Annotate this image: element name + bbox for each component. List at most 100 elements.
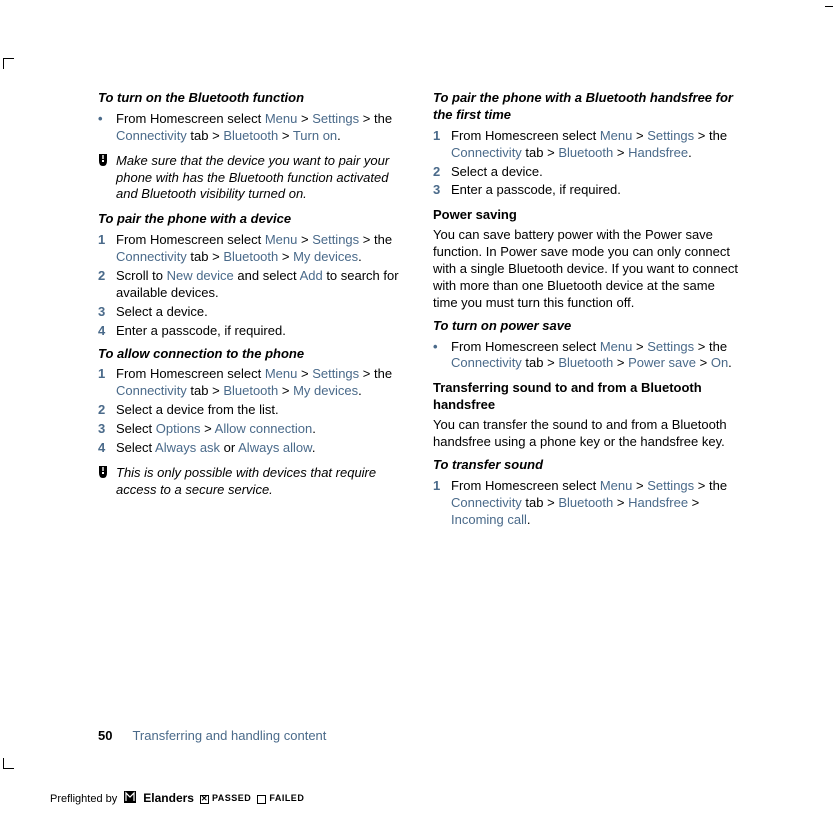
text: Select bbox=[116, 421, 156, 436]
text: > bbox=[201, 421, 215, 436]
page-footer: 50 Transferring and handling content bbox=[98, 728, 326, 745]
heading-turn-on-power-save: To turn on power save bbox=[433, 318, 738, 335]
text: . bbox=[688, 145, 692, 160]
menu-link: Settings bbox=[312, 111, 359, 126]
menu-link: Settings bbox=[647, 478, 694, 493]
text: Scroll to bbox=[116, 268, 167, 283]
crop-mark-bottom-left bbox=[3, 758, 14, 769]
menu-link: Bluetooth bbox=[558, 355, 613, 370]
menu-link: Bluetooth bbox=[223, 383, 278, 398]
elanders-logo-icon bbox=[123, 790, 137, 808]
passed-label: PASSED bbox=[212, 793, 251, 805]
heading-turn-on-bluetooth: To turn on the Bluetooth function bbox=[98, 90, 403, 107]
step-text: From Homescreen select Menu > Settings >… bbox=[451, 339, 738, 373]
text: . bbox=[358, 383, 362, 398]
step-text: Select Always ask or Always allow. bbox=[116, 440, 403, 457]
note-icon bbox=[98, 153, 116, 169]
failed-label: FAILED bbox=[269, 793, 304, 805]
text: > bbox=[688, 495, 699, 510]
text: and select bbox=[234, 268, 300, 283]
step-text: Enter a passcode, if required. bbox=[116, 323, 403, 340]
text: > bbox=[613, 145, 628, 160]
menu-link: Settings bbox=[312, 366, 359, 381]
heading-pair-handsfree: To pair the phone with a Bluetooth hands… bbox=[433, 90, 738, 124]
step-row: 1From Homescreen select Menu > Settings … bbox=[98, 366, 403, 400]
text: From Homescreen select bbox=[451, 339, 600, 354]
menu-link: Connectivity bbox=[116, 249, 187, 264]
step-row: 1From Homescreen select Menu > Settings … bbox=[433, 478, 738, 529]
checked-box-icon: ✕ bbox=[200, 795, 209, 804]
menu-link: Connectivity bbox=[451, 355, 522, 370]
right-column: To pair the phone with a Bluetooth hands… bbox=[433, 90, 738, 530]
heading-pair-device: To pair the phone with a device bbox=[98, 211, 403, 228]
menu-link: Menu bbox=[600, 478, 633, 493]
text: > bbox=[613, 495, 628, 510]
paragraph: You can save battery power with the Powe… bbox=[433, 227, 738, 311]
menu-link: Turn on bbox=[293, 128, 337, 143]
menu-link: Handsfree bbox=[628, 495, 688, 510]
menu-link: Menu bbox=[600, 128, 633, 143]
text: > bbox=[632, 128, 647, 143]
menu-link: Menu bbox=[600, 339, 633, 354]
bullet-icon bbox=[98, 111, 116, 145]
menu-link: Always ask bbox=[155, 440, 220, 455]
text: > bbox=[297, 111, 312, 126]
text: From Homescreen select bbox=[116, 232, 265, 247]
note: This is only possible with devices that … bbox=[98, 465, 403, 499]
preflight-strip: Preflighted by Elanders ✕PASSED FAILED bbox=[50, 790, 304, 808]
text: > the bbox=[694, 339, 727, 354]
menu-link: Menu bbox=[265, 111, 298, 126]
text: Select bbox=[116, 440, 155, 455]
menu-link: Bluetooth bbox=[223, 249, 278, 264]
menu-link: Bluetooth bbox=[558, 495, 613, 510]
heading-allow-connection: To allow connection to the phone bbox=[98, 346, 403, 363]
text: From Homescreen select bbox=[451, 128, 600, 143]
text: > bbox=[632, 339, 647, 354]
text: tab > bbox=[522, 355, 559, 370]
text: . bbox=[312, 421, 316, 436]
text: tab > bbox=[522, 495, 559, 510]
heading-transfer-sound: To transfer sound bbox=[433, 457, 738, 474]
section-title: Transferring and handling content bbox=[132, 728, 326, 743]
page-number: 50 bbox=[98, 728, 112, 743]
step-row: 4Enter a passcode, if required. bbox=[98, 323, 403, 340]
menu-link: Menu bbox=[265, 232, 298, 247]
text: tab > bbox=[522, 145, 559, 160]
preflight-label: Preflighted by bbox=[50, 792, 117, 806]
menu-link: My devices bbox=[293, 249, 358, 264]
text: . bbox=[312, 440, 316, 455]
text: > bbox=[632, 478, 647, 493]
step-text: From Homescreen select Menu > Settings >… bbox=[116, 366, 403, 400]
step-text: Enter a passcode, if required. bbox=[451, 182, 738, 199]
step-number: 1 bbox=[98, 232, 116, 266]
text: From Homescreen select bbox=[116, 366, 265, 381]
bullet-item: From Homescreen select Menu > Settings >… bbox=[433, 339, 738, 373]
step-number: 1 bbox=[433, 128, 451, 162]
step-text: From Homescreen select Menu > Settings >… bbox=[451, 478, 738, 529]
crop-tick-top-right bbox=[825, 6, 833, 7]
heading-transferring-sound: Transferring sound to and from a Bluetoo… bbox=[433, 380, 738, 414]
menu-link: Bluetooth bbox=[223, 128, 278, 143]
note-text: Make sure that the device you want to pa… bbox=[116, 153, 403, 204]
text: > bbox=[278, 249, 293, 264]
step-row: 1From Homescreen select Menu > Settings … bbox=[98, 232, 403, 266]
text: or bbox=[220, 440, 238, 455]
step-row: 1From Homescreen select Menu > Settings … bbox=[433, 128, 738, 162]
menu-link: Handsfree bbox=[628, 145, 688, 160]
step-text: From Homescreen select Menu > Settings >… bbox=[116, 111, 403, 145]
paragraph: You can transfer the sound to and from a… bbox=[433, 417, 738, 451]
text: tab > bbox=[187, 383, 224, 398]
menu-link: My devices bbox=[293, 383, 358, 398]
step-text: Select a device. bbox=[451, 164, 738, 181]
text: > bbox=[297, 232, 312, 247]
step-number: 1 bbox=[98, 366, 116, 400]
text: > the bbox=[694, 478, 727, 493]
text: From Homescreen select bbox=[451, 478, 600, 493]
note-icon bbox=[98, 465, 116, 481]
note-text: This is only possible with devices that … bbox=[116, 465, 403, 499]
step-number: 2 bbox=[98, 268, 116, 302]
step-number: 4 bbox=[98, 440, 116, 457]
step-row: 2Scroll to New device and select Add to … bbox=[98, 268, 403, 302]
text: tab > bbox=[187, 128, 224, 143]
menu-link: Settings bbox=[312, 232, 359, 247]
